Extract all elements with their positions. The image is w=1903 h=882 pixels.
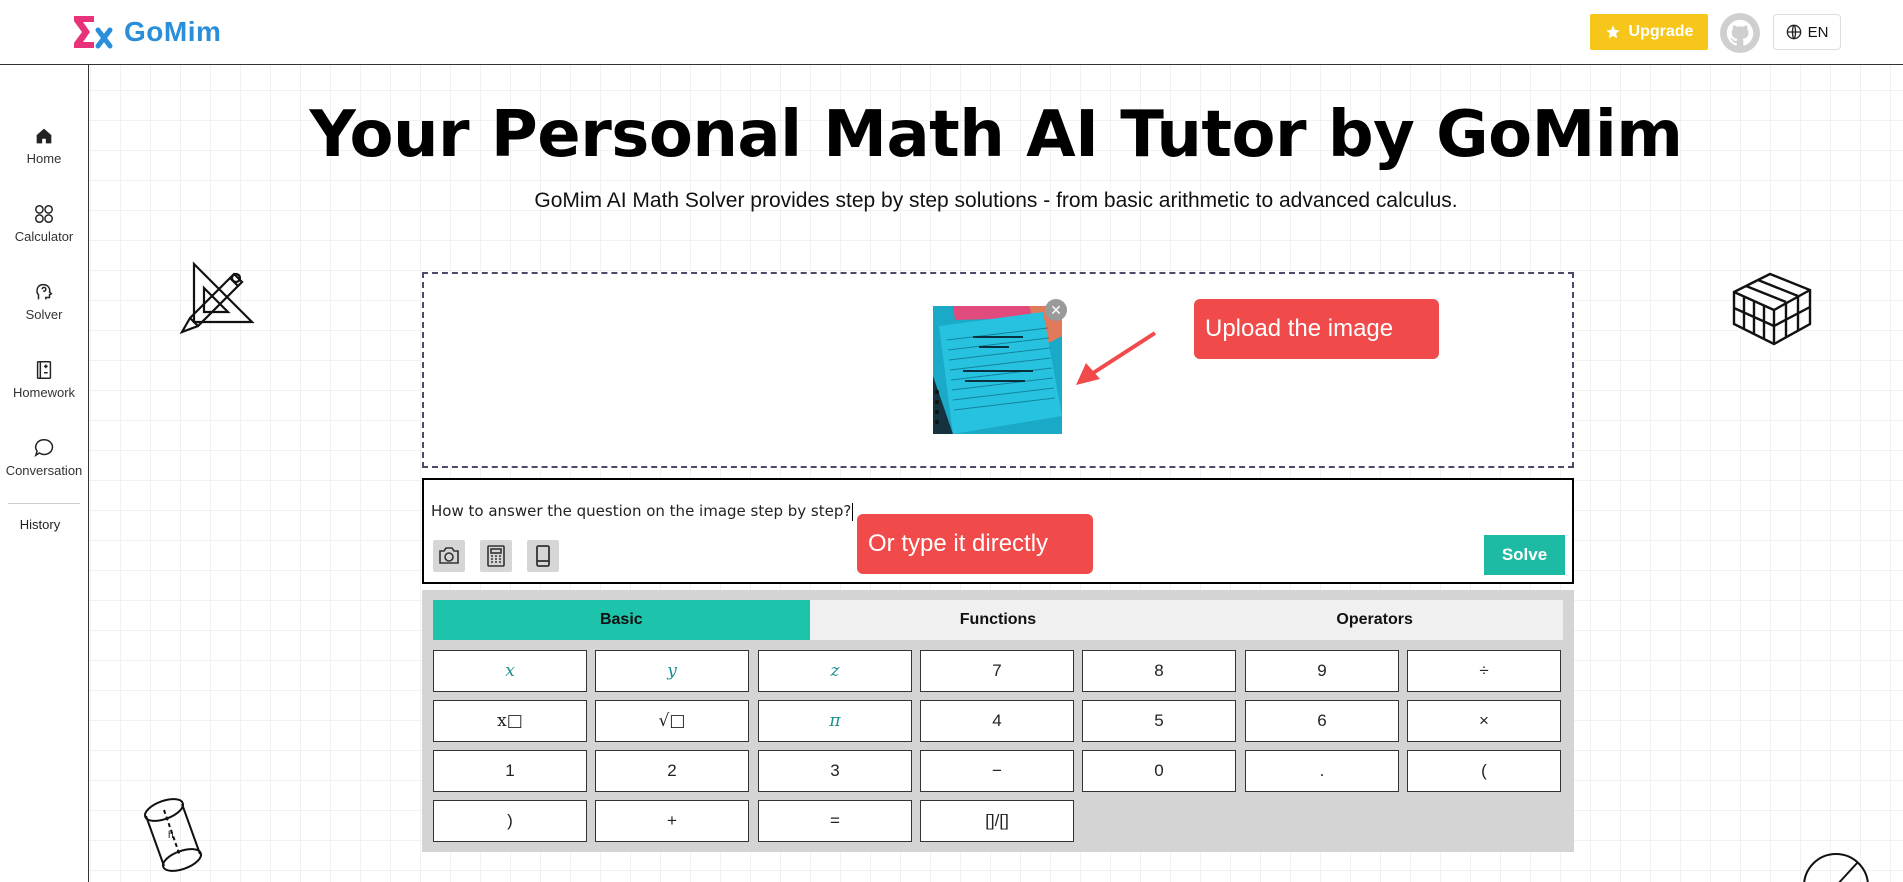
solver-icon [36, 283, 53, 300]
key-decimal[interactable]: . [1245, 750, 1399, 792]
sidebar-item-history[interactable]: History [0, 517, 80, 532]
sidebar-item-label: Calculator [14, 229, 74, 244]
camera-button[interactable] [433, 540, 465, 572]
key-8[interactable]: 8 [1082, 650, 1236, 692]
logo[interactable]: GoMim [70, 12, 221, 52]
homework-icon [36, 361, 52, 379]
mobile-button[interactable] [527, 540, 559, 572]
key-minus[interactable]: − [920, 750, 1074, 792]
circle-geometry-icon [1803, 853, 1869, 882]
logo-icon [74, 16, 113, 49]
key-0[interactable]: 0 [1082, 750, 1236, 792]
upgrade-label: Upgrade [1628, 23, 1694, 40]
sidebar-item-conversation[interactable]: Conversation [0, 437, 88, 478]
cylinder-icon: h [143, 798, 203, 872]
keypad-icon [487, 545, 505, 567]
key-close-paren[interactable]: ) [433, 800, 587, 842]
sidebar-item-label: Homework [12, 385, 76, 400]
text-caret [852, 502, 854, 521]
language-label: EN [1807, 23, 1829, 41]
annotation-arrow-icon [1076, 331, 1157, 385]
key-divide[interactable]: ÷ [1407, 650, 1561, 692]
top-header: GoMim Upgrade EN [0, 0, 1903, 65]
key-x[interactable]: x [433, 650, 587, 692]
tab-operators[interactable]: Operators [1186, 600, 1563, 640]
sidebar-item-calculator[interactable]: Calculator [0, 203, 88, 244]
key-multiply[interactable]: × [1407, 700, 1561, 742]
key-plus[interactable]: + [595, 800, 749, 842]
cube-stack-icon [1732, 272, 1812, 346]
sidebar-item-label: Solver [25, 307, 63, 322]
logo-text: GoMim [124, 16, 222, 47]
key-9[interactable]: 9 [1245, 650, 1399, 692]
page-subtitle: GoMim AI Math Solver provides step by st… [534, 189, 1458, 212]
key-z[interactable]: z [758, 650, 912, 692]
key-equals[interactable]: = [758, 800, 912, 842]
sidebar: Home Calculator Solver Homework Conversa… [0, 65, 89, 882]
sidebar-item-homework[interactable]: Homework [0, 359, 88, 400]
type-annotation-callout: Or type it directly [857, 514, 1093, 574]
uploaded-image-thumbnail [933, 306, 1062, 434]
tab-functions[interactable]: Functions [810, 600, 1187, 640]
key-y[interactable]: y [595, 650, 749, 692]
language-selector[interactable]: EN [1773, 14, 1841, 50]
github-avatar[interactable] [1720, 13, 1760, 53]
key-pi[interactable]: π [758, 700, 912, 742]
protractor-pencil-icon [179, 261, 255, 335]
sidebar-item-solver[interactable]: Solver [0, 281, 88, 322]
chat-icon [34, 439, 54, 458]
sidebar-item-label: Home [26, 151, 62, 166]
key-sqrt[interactable]: √□ [595, 700, 749, 742]
key-power[interactable]: x□ [433, 700, 587, 742]
page-title: Your Personal Math AI Tutor by GoMim [309, 98, 1683, 172]
upgrade-button[interactable]: Upgrade [1590, 14, 1708, 50]
key-open-paren[interactable]: ( [1407, 750, 1561, 792]
sidebar-divider [8, 503, 80, 504]
solve-button[interactable]: Solve [1484, 535, 1565, 575]
tab-basic[interactable]: Basic [433, 600, 810, 640]
calculator-icon [35, 205, 53, 223]
home-icon [36, 128, 52, 144]
key-fraction[interactable]: []/[] [920, 800, 1074, 842]
key-3[interactable]: 3 [758, 750, 912, 792]
sidebar-item-home[interactable]: Home [0, 125, 88, 166]
key-1[interactable]: 1 [433, 750, 587, 792]
remove-image-button[interactable]: ✕ [1045, 299, 1067, 321]
calculator-keypad-button[interactable] [480, 540, 512, 572]
sidebar-item-label: Conversation [5, 463, 83, 478]
tablet-icon [536, 545, 550, 567]
globe-icon [1786, 24, 1801, 40]
question-input-value: How to answer the question on the image … [431, 502, 852, 520]
camera-icon [439, 547, 459, 564]
key-6[interactable]: 6 [1245, 700, 1399, 742]
keypad-tabs: Basic Functions Operators [433, 600, 1563, 640]
github-icon [1726, 19, 1754, 46]
key-7[interactable]: 7 [920, 650, 1074, 692]
star-icon [1605, 25, 1620, 39]
svg-text:h: h [168, 830, 174, 841]
key-4[interactable]: 4 [920, 700, 1074, 742]
upload-annotation-callout: Upload the image [1194, 299, 1439, 359]
key-2[interactable]: 2 [595, 750, 749, 792]
key-5[interactable]: 5 [1082, 700, 1236, 742]
question-input[interactable]: How to answer the question on the image … [431, 502, 854, 521]
